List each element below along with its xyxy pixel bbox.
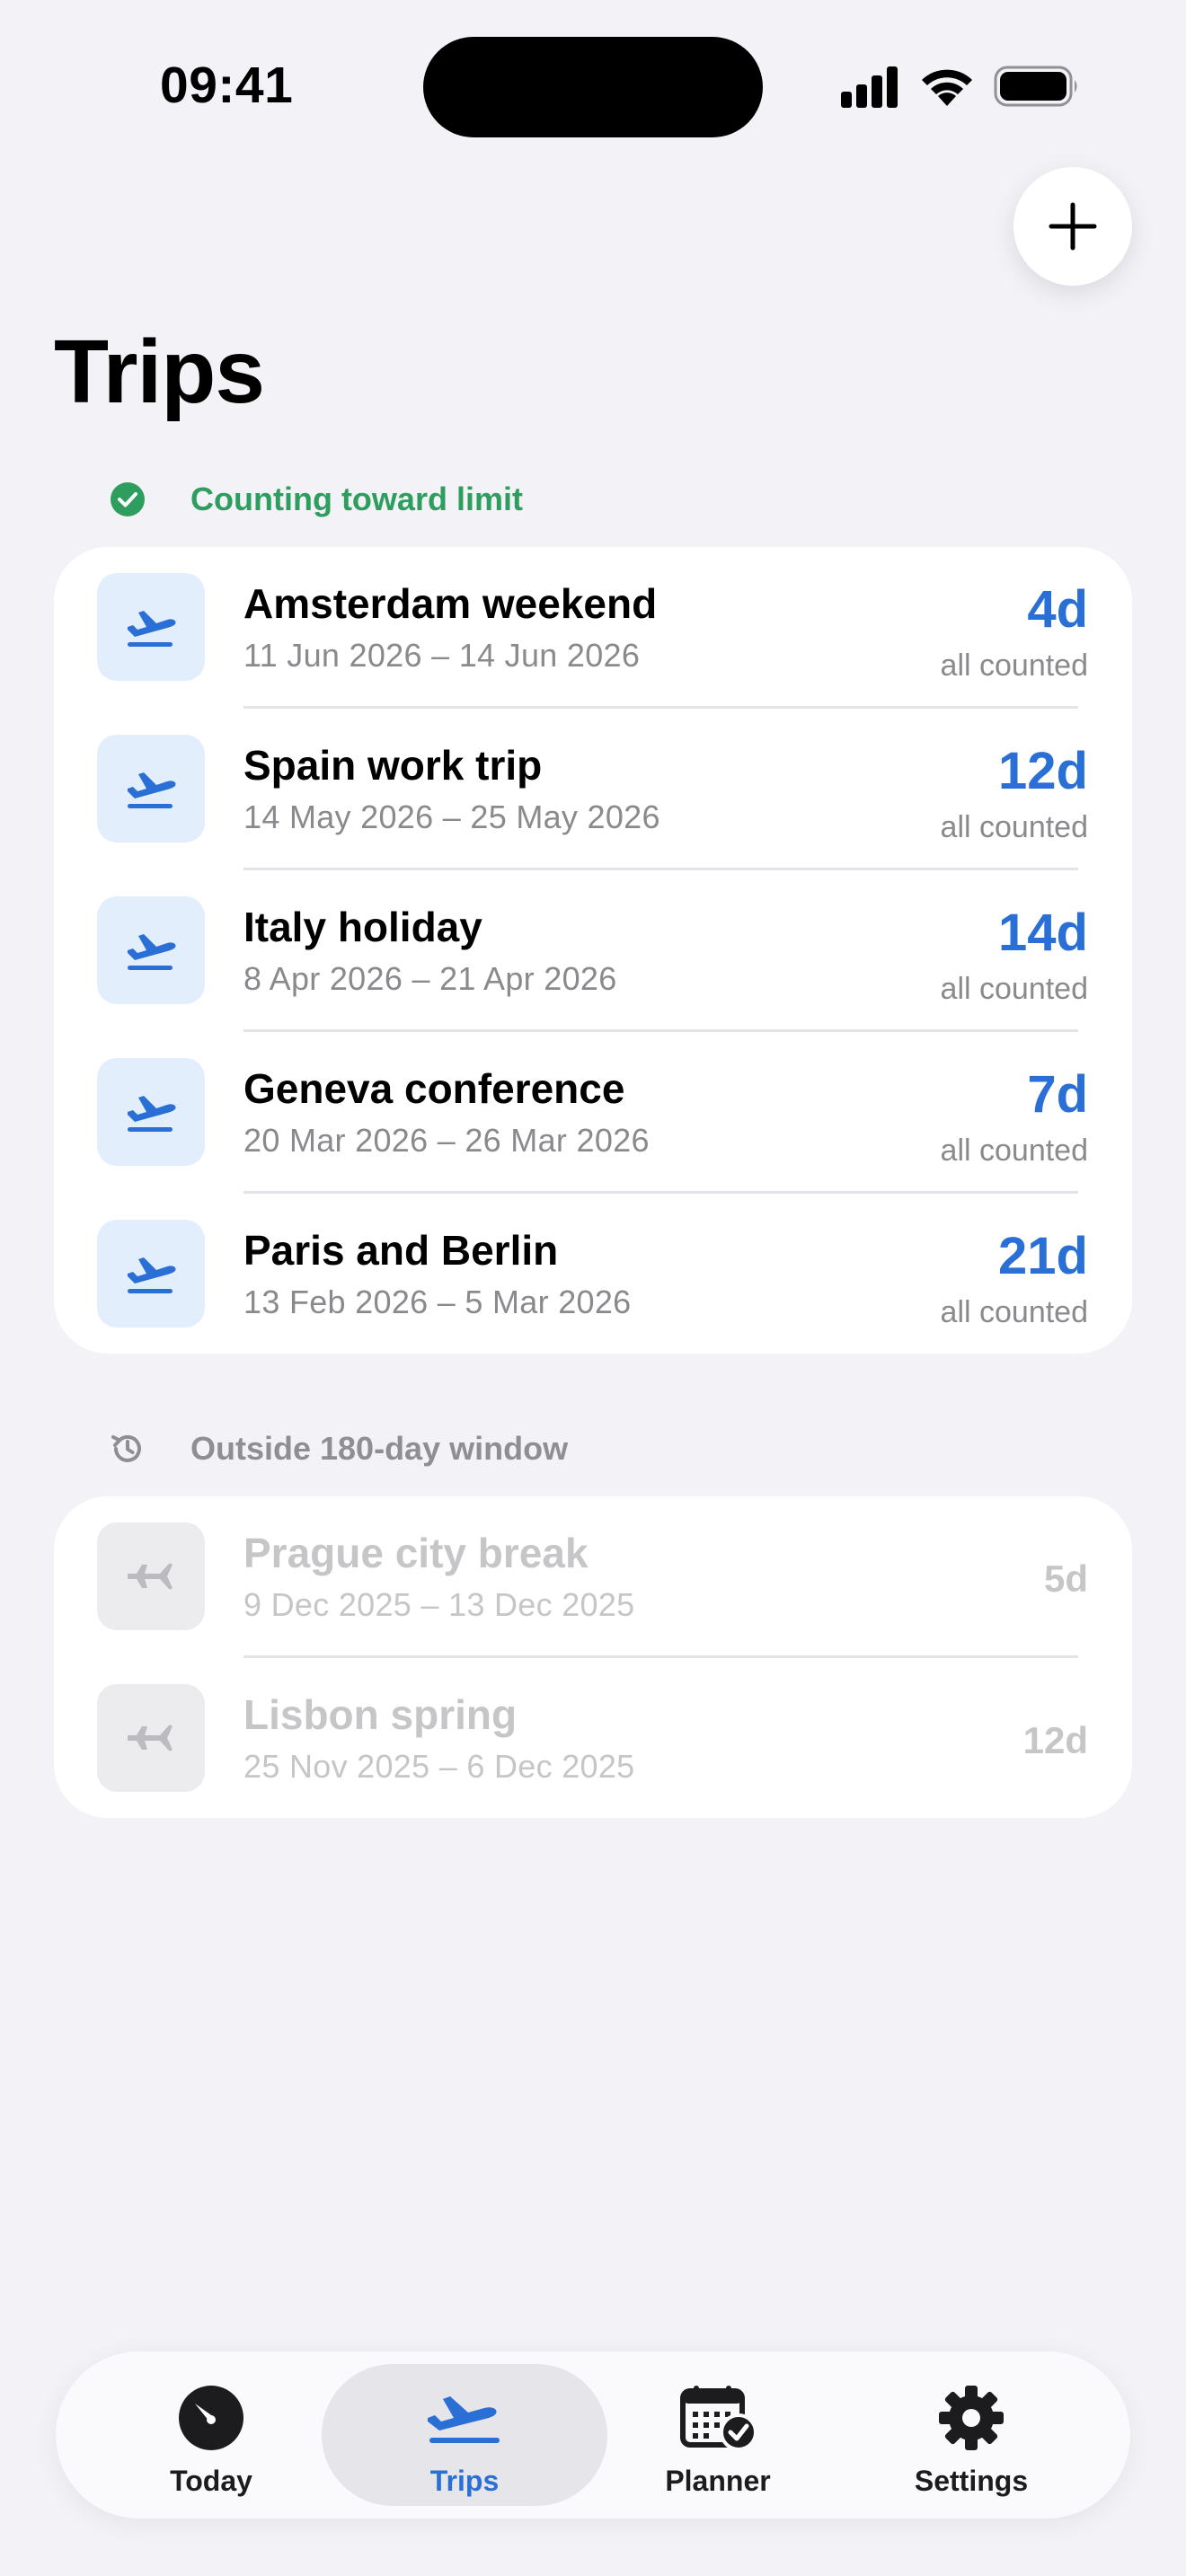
gauge-icon	[68, 2384, 354, 2452]
outside-trips-card: Prague city break 9 Dec 2025 – 13 Dec 20…	[54, 1496, 1132, 1818]
trip-name: Paris and Berlin	[243, 1227, 559, 1274]
trip-days: 21d	[998, 1227, 1088, 1285]
trip-row[interactable]: Prague city break 9 Dec 2025 – 13 Dec 20…	[54, 1496, 1132, 1658]
airplane-departure-icon	[322, 2384, 607, 2452]
airplane-departure-icon	[97, 735, 205, 842]
trip-dates: 20 Mar 2026 – 26 Mar 2026	[243, 1122, 650, 1159]
trip-dates: 8 Apr 2026 – 21 Apr 2026	[243, 960, 617, 997]
counting-trips-card: Amsterdam weekend 11 Jun 2026 – 14 Jun 2…	[54, 547, 1132, 1354]
history-icon	[108, 1429, 147, 1469]
trip-name: Prague city break	[243, 1530, 589, 1576]
gear-icon	[828, 2384, 1114, 2452]
trip-name: Geneva conference	[243, 1065, 625, 1112]
trip-row[interactable]: Spain work trip 14 May 2026 – 25 May 202…	[54, 709, 1132, 870]
section-header-counting: Counting toward limit	[108, 480, 523, 519]
trip-days: 12d	[998, 742, 1088, 800]
trip-row[interactable]: Paris and Berlin 13 Feb 2026 – 5 Mar 202…	[54, 1194, 1132, 1354]
airplane-icon	[97, 1684, 205, 1792]
tab-today[interactable]: Today	[68, 2364, 354, 2506]
trip-days: 14d	[998, 904, 1088, 962]
airplane-departure-icon	[97, 896, 205, 1004]
status-time: 09:41	[160, 57, 294, 114]
trip-name: Italy holiday	[243, 904, 482, 950]
trip-dates: 13 Feb 2026 – 5 Mar 2026	[243, 1284, 632, 1320]
trip-row[interactable]: Geneva conference 20 Mar 2026 – 26 Mar 2…	[54, 1032, 1132, 1194]
tab-planner[interactable]: Planner	[575, 2364, 861, 2506]
tab-trips[interactable]: Trips	[322, 2364, 607, 2506]
trip-count-status: all counted	[940, 648, 1088, 683]
add-trip-button[interactable]	[1013, 167, 1132, 286]
tab-label: Planner	[665, 2465, 771, 2497]
trips-screen: 09:41 Trips Counting toward limit Amster…	[0, 0, 1186, 2576]
airplane-departure-icon	[97, 573, 205, 681]
trip-name: Lisbon spring	[243, 1691, 518, 1738]
battery-icon	[994, 66, 1077, 107]
cellular-signal-icon	[841, 66, 898, 108]
tab-settings[interactable]: Settings	[828, 2364, 1114, 2506]
trip-dates: 9 Dec 2025 – 13 Dec 2025	[243, 1586, 635, 1623]
trip-count-status: all counted	[940, 1295, 1088, 1329]
trip-dates: 11 Jun 2026 – 14 Jun 2026	[243, 637, 641, 674]
trip-row[interactable]: Amsterdam weekend 11 Jun 2026 – 14 Jun 2…	[54, 547, 1132, 709]
section-header-outside: Outside 180-day window	[108, 1429, 568, 1469]
section-label: Counting toward limit	[190, 481, 523, 517]
page-title: Trips	[54, 322, 265, 422]
trip-count-status: all counted	[940, 1134, 1088, 1168]
trip-days: 4d	[1027, 580, 1088, 639]
section-label: Outside 180-day window	[190, 1430, 569, 1467]
trip-dates: 14 May 2026 – 25 May 2026	[243, 798, 660, 835]
trip-dates: 25 Nov 2025 – 6 Dec 2025	[243, 1748, 635, 1785]
tab-label: Today	[170, 2465, 252, 2497]
trip-count-status: all counted	[940, 810, 1088, 844]
trip-name: Amsterdam weekend	[243, 580, 658, 627]
airplane-departure-icon	[97, 1220, 205, 1328]
dynamic-island	[423, 37, 763, 137]
trip-count-status: all counted	[940, 972, 1088, 1006]
trip-name: Spain work trip	[243, 742, 543, 789]
airplane-departure-icon	[97, 1058, 205, 1166]
airplane-icon	[97, 1522, 205, 1630]
trip-row[interactable]: Italy holiday 8 Apr 2026 – 21 Apr 2026 1…	[54, 870, 1132, 1032]
tab-bar: Today Trips Planner Settings	[56, 2351, 1130, 2519]
tab-label: Settings	[914, 2465, 1029, 2497]
plus-icon	[1049, 202, 1097, 251]
wifi-icon	[922, 69, 972, 106]
trip-days: 7d	[1027, 1065, 1088, 1124]
tab-label: Trips	[429, 2465, 500, 2497]
check-circle-icon	[108, 480, 147, 519]
trip-days: 5d	[1043, 1557, 1088, 1600]
trip-days: 12d	[1022, 1719, 1088, 1761]
trip-row[interactable]: Lisbon spring 25 Nov 2025 – 6 Dec 2025 1…	[54, 1658, 1132, 1818]
calendar-check-icon	[575, 2384, 861, 2452]
